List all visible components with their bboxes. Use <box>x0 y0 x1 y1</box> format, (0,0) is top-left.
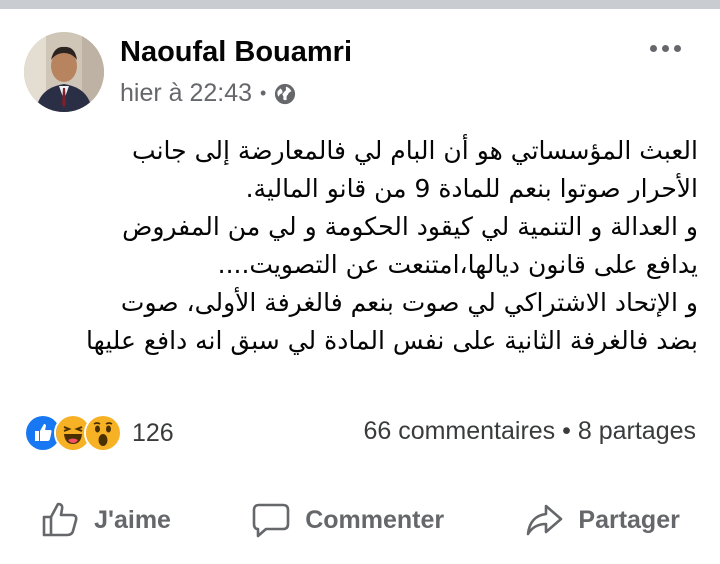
wow-icon <box>84 414 122 452</box>
comment-bubble-icon <box>252 503 290 538</box>
dot <box>662 44 669 52</box>
post-line: العبث المؤسساتي هو أن البام لي فالمعارضة… <box>132 136 698 165</box>
like-button[interactable]: J'aime <box>40 500 171 540</box>
thumbs-up-icon <box>42 502 78 537</box>
post-line: الأحرار صوتوا بنعم للمادة 9 من قانو الما… <box>245 174 698 203</box>
post-line: و العدالة و التنمية لي كيقود الحكومة و ل… <box>122 212 698 241</box>
comment-label: Commenter <box>305 505 445 534</box>
reaction-summary[interactable]: 126 <box>24 414 174 452</box>
more-options-icon[interactable] <box>650 40 686 56</box>
top-divider <box>0 0 720 9</box>
post-line: و الإتحاد الاشتراكي لي صوت بنعم فالغرفة … <box>120 288 698 317</box>
counts-separator: • <box>562 417 571 445</box>
meta-separator: • <box>260 83 267 103</box>
post-meta: hier à 22:43 • <box>120 79 296 108</box>
comment-button[interactable]: Commenter <box>251 500 444 540</box>
globe-icon <box>275 83 296 104</box>
avatar[interactable] <box>24 32 104 112</box>
post-action-bar: J'aime Commenter Partager <box>0 494 720 546</box>
reaction-count: 126 <box>132 418 174 447</box>
post-line: يدافع على قانون ديالها،امتنعت عن التصويت… <box>217 250 698 279</box>
share-label: Partager <box>578 505 680 534</box>
share-button[interactable]: Partager <box>524 500 680 540</box>
post-timestamp[interactable]: hier à 22:43 <box>120 79 252 108</box>
dot <box>674 44 681 52</box>
like-label: J'aime <box>94 505 171 534</box>
author-name[interactable]: Naoufal Bouamri <box>120 36 352 69</box>
engagement-counts: 66 commentaires • 8 partages <box>363 417 696 446</box>
share-arrow-icon <box>527 504 563 536</box>
dot <box>650 44 657 52</box>
post-text: العبث المؤسساتي هو أن البام لي فالمعارضة… <box>18 132 698 360</box>
shares-count-link[interactable]: 8 partages <box>578 417 696 445</box>
post-line: بضد فالغرفة الثانية على نفس المادة لي سب… <box>86 326 698 355</box>
comments-count-link[interactable]: 66 commentaires <box>363 417 555 445</box>
